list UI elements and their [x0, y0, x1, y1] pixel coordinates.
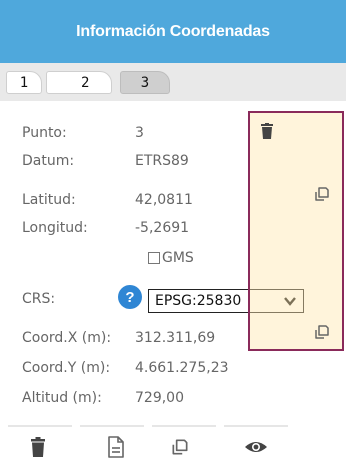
tab-label: 1 [19, 74, 29, 91]
help-icon[interactable]: ? [118, 285, 142, 309]
datum-label: Datum: [22, 153, 75, 169]
coordy-value: 4.661.275,23 [135, 360, 229, 376]
copy-icon[interactable] [311, 322, 333, 342]
panel-header: Información Coordenadas [0, 0, 346, 63]
trash-icon [30, 437, 46, 461]
gms-checkbox[interactable] [148, 252, 160, 264]
view-button[interactable] [226, 429, 286, 469]
panel-title: Información Coordenadas [76, 22, 270, 40]
tab-label: 2 [81, 74, 90, 91]
trash-icon[interactable] [258, 122, 276, 140]
gms-option[interactable]: GMS [148, 250, 194, 266]
crs-label: CRS: [22, 291, 56, 307]
bottom-toolbar [0, 425, 346, 472]
coordy-label: Coord.Y (m): [22, 360, 111, 376]
longitud-value: -5,2691 [135, 220, 190, 236]
divider [80, 425, 144, 427]
punto-label: Punto: [22, 125, 67, 141]
divider [8, 425, 72, 427]
highlight-region [248, 111, 344, 351]
coordx-label: Coord.X (m): [22, 330, 112, 346]
punto-value: 3 [135, 125, 144, 141]
altitud-value: 729,00 [135, 390, 184, 406]
latitud-label: Latitud: [22, 192, 76, 208]
help-glyph: ? [125, 288, 135, 306]
latitud-value: 42,0811 [135, 192, 193, 208]
document-icon [107, 436, 125, 462]
eye-icon [244, 439, 268, 459]
tab-2[interactable]: 2 [46, 71, 112, 94]
tab-bar: 1 2 3 [0, 63, 346, 101]
divider [224, 425, 288, 427]
tab-label: 3 [140, 74, 150, 91]
crs-selected-value: EPSG:25830 [155, 293, 242, 309]
copy-button[interactable] [150, 429, 210, 469]
copy-icon[interactable] [311, 184, 333, 204]
copy-icon [170, 437, 190, 461]
longitud-label: Longitud: [22, 220, 88, 236]
document-button[interactable] [86, 429, 146, 469]
coordx-value: 312.311,69 [135, 330, 216, 346]
tab-1[interactable]: 1 [6, 71, 42, 94]
tab-3[interactable]: 3 [120, 71, 170, 94]
datum-value: ETRS89 [135, 153, 189, 169]
delete-button[interactable] [8, 429, 68, 469]
divider [152, 425, 216, 427]
gms-label: GMS [162, 250, 194, 266]
altitud-label: Altitud (m): [22, 390, 102, 406]
